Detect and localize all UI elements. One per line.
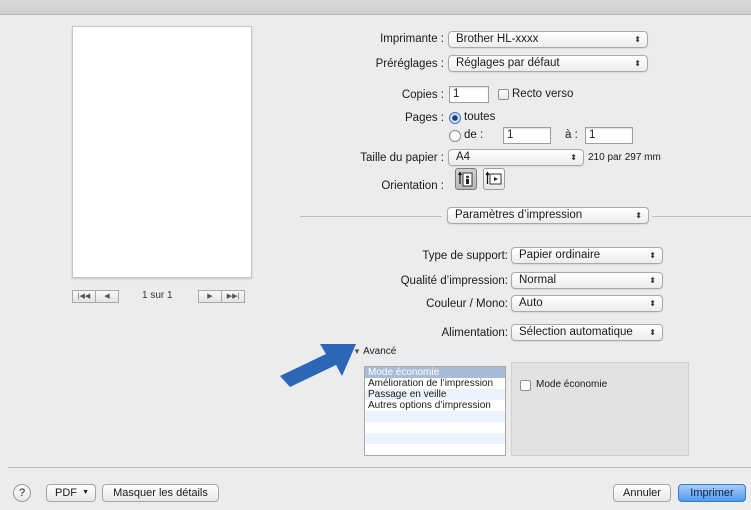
list-item[interactable]: Autres options d’impression <box>365 400 505 411</box>
list-item-empty <box>365 422 505 433</box>
eco-mode-checkbox[interactable] <box>520 380 531 391</box>
duplex-label: Recto verso <box>512 88 574 100</box>
pages-from-label: de : <box>464 129 484 141</box>
help-button[interactable]: ? <box>13 484 31 502</box>
chevron-updown-icon: ⬍ <box>634 35 641 44</box>
list-item-empty <box>365 411 505 422</box>
pdf-menu-button[interactable]: PDF ▼ <box>46 484 96 502</box>
orientation-label: Orientation : <box>381 180 444 192</box>
paper-source-value: Sélection automatique <box>519 326 633 338</box>
section-divider-left <box>300 216 442 217</box>
list-item[interactable]: Amélioration de l’impression <box>365 378 505 389</box>
advanced-label: Avancé <box>363 346 397 357</box>
prev-page-button[interactable]: ◀ <box>96 290 119 303</box>
print-quality-label: Qualité d’impression: <box>400 275 508 287</box>
last-page-button[interactable]: ▶▶| <box>222 290 245 303</box>
page-counter: 1 sur 1 <box>142 290 173 301</box>
section-divider-right <box>652 216 751 217</box>
copies-field[interactable]: 1 <box>449 86 489 103</box>
print-button[interactable]: Imprimer <box>678 484 746 502</box>
paper-size-label: Taille du papier : <box>360 152 444 164</box>
landscape-icon <box>485 171 502 185</box>
pages-label: Pages : <box>405 112 444 124</box>
media-type-popup[interactable]: Papier ordinaire ⬍ <box>511 247 663 264</box>
pointer-arrow-icon <box>280 344 356 387</box>
list-item-empty <box>365 433 505 444</box>
portrait-icon <box>457 171 473 187</box>
advanced-detail-panel: Mode économie <box>511 362 689 456</box>
list-item[interactable]: Passage en veille <box>365 389 505 400</box>
page-preview <box>72 26 252 278</box>
landscape-orientation-button[interactable] <box>483 168 505 190</box>
chevron-updown-icon: ⬍ <box>570 153 577 162</box>
preview-nav-prev-group: |◀◀ ◀ <box>72 290 119 303</box>
section-value: Paramètres d’impression <box>455 209 583 221</box>
pdf-label: PDF <box>55 487 77 499</box>
presets-popup[interactable]: Réglages par défaut ⬍ <box>448 55 648 72</box>
color-mono-value: Auto <box>519 297 543 309</box>
chevron-updown-icon: ⬍ <box>649 328 656 337</box>
media-type-label: Type de support: <box>422 250 508 262</box>
portrait-orientation-button[interactable] <box>455 168 477 190</box>
footer-divider <box>8 467 751 468</box>
eco-mode-label: Mode économie <box>536 379 608 390</box>
section-popup[interactable]: Paramètres d’impression ⬍ <box>447 207 649 224</box>
cancel-button[interactable]: Annuler <box>613 484 671 502</box>
pages-from-field[interactable]: 1 <box>503 127 551 144</box>
print-quality-value: Normal <box>519 274 557 286</box>
pages-all-radio[interactable] <box>449 112 461 124</box>
advanced-options-list[interactable]: Mode économie Amélioration de l’impressi… <box>364 366 506 456</box>
chevron-updown-icon: ⬍ <box>634 59 641 68</box>
list-item[interactable]: Mode économie <box>365 367 505 378</box>
media-type-value: Papier ordinaire <box>519 249 601 261</box>
paper-size-popup[interactable]: A4 ⬍ <box>448 149 584 166</box>
paper-source-label: Alimentation: <box>441 327 508 339</box>
copies-label: Copies : <box>401 89 444 101</box>
chevron-updown-icon: ⬍ <box>649 299 656 308</box>
duplex-checkbox[interactable] <box>498 89 509 100</box>
color-mono-popup[interactable]: Auto ⬍ <box>511 295 663 312</box>
presets-value: Réglages par défaut <box>456 57 560 69</box>
pages-all-label: toutes <box>464 111 496 123</box>
pages-to-label: à : <box>565 129 578 141</box>
dropdown-arrow-icon: ▼ <box>82 489 89 496</box>
color-mono-label: Couleur / Mono: <box>426 298 508 310</box>
paper-size-value: A4 <box>456 151 471 163</box>
pages-range-radio[interactable] <box>449 130 461 142</box>
paper-dimensions: 210 par 297 mm <box>588 152 661 163</box>
window-titlebar <box>0 0 751 15</box>
paper-source-popup[interactable]: Sélection automatique ⬍ <box>511 324 663 341</box>
presets-label: Préréglages : <box>375 58 444 70</box>
chevron-updown-icon: ⬍ <box>649 276 656 285</box>
printer-value: Brother HL-xxxx <box>456 33 539 45</box>
first-page-button[interactable]: |◀◀ <box>72 290 96 303</box>
pages-to-field[interactable]: 1 <box>585 127 633 144</box>
hide-details-button[interactable]: Masquer les détails <box>102 484 219 502</box>
printer-label: Imprimante : <box>380 33 444 45</box>
chevron-updown-icon: ⬍ <box>649 251 656 260</box>
printer-popup[interactable]: Brother HL-xxxx ⬍ <box>448 31 648 48</box>
chevron-updown-icon: ⬍ <box>635 211 642 220</box>
next-page-button[interactable]: ▶ <box>198 290 222 303</box>
preview-nav-next-group: ▶ ▶▶| <box>198 290 245 303</box>
print-quality-popup[interactable]: Normal ⬍ <box>511 272 663 289</box>
